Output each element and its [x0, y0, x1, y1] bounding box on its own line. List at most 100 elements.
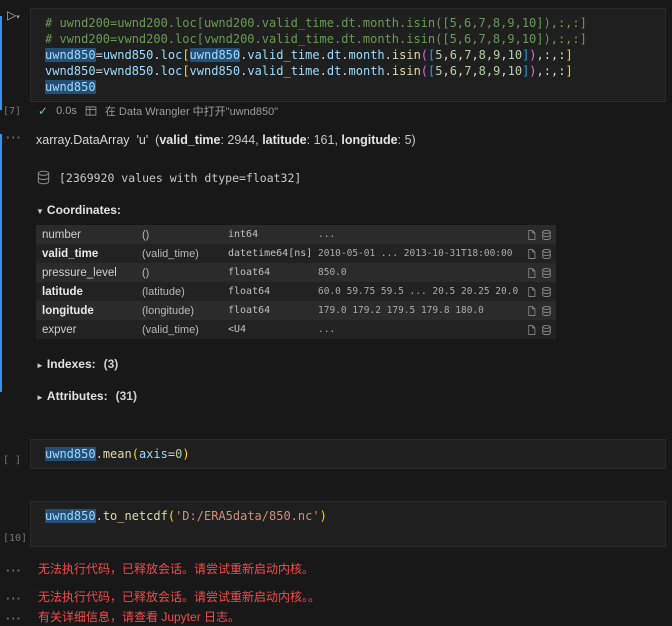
coord-name: valid_time [42, 248, 142, 260]
code-token: uwnd850 [45, 509, 96, 523]
code-token: uwnd850 [190, 48, 241, 62]
execution-time: 0.0s [56, 105, 77, 117]
code-token: ( [132, 447, 139, 461]
error-message: 有关详细信息，请查看 Jupyter 日志。 [30, 609, 672, 625]
coord-preview: ... [318, 229, 524, 240]
xarray-array-preview: [2369920 values with dtype=float32] [36, 170, 672, 185]
output-overflow-icon[interactable]: ··· [6, 591, 22, 606]
attributes-page-icon[interactable] [526, 305, 537, 317]
code-token: # vwnd200=vwnd200.loc[vwnd200.valid_time… [45, 32, 587, 46]
error-output-2: ··· 无法执行代码，已释放会话。请尝试重新启动内核。。 [0, 589, 672, 605]
code-token: loc [161, 64, 183, 78]
code-token: vwnd850 [45, 64, 96, 78]
code-token: , [471, 64, 478, 78]
cell1-output: ··· xarray.DataArray 'u' (valid_time: 29… [0, 128, 672, 403]
attributes-page-icon[interactable] [526, 248, 537, 260]
code-token: , [471, 48, 478, 62]
code-editor-cell-3[interactable]: uwnd850.to_netcdf('D:/ERA5data/850.nc') [30, 501, 666, 547]
open-in-data-wrangler-link[interactable]: 在 Data Wrangler 中打开"uwnd850" [105, 103, 278, 119]
attributes-page-icon[interactable] [526, 229, 537, 241]
code-token: . [341, 48, 348, 62]
database-icon[interactable] [541, 305, 552, 317]
success-check-icon: ✓ [38, 104, 48, 118]
code-token: xarray.DataArray [36, 133, 130, 147]
code-token: . [153, 64, 160, 78]
code-token: 6 [450, 64, 457, 78]
code-token: 5 [435, 64, 442, 78]
code-token: month [349, 48, 385, 62]
code-token: axis [139, 447, 168, 461]
cell3-gutter: [10] [0, 501, 30, 547]
code-token: uwnd850 [45, 80, 96, 94]
code-token: valid_time [247, 48, 319, 62]
database-icon[interactable] [36, 170, 51, 185]
coord-name: expver [42, 324, 142, 336]
coord-row: valid_time (valid_time) datetime64[ns] 2… [36, 244, 556, 263]
code-line[interactable]: uwnd850 [45, 79, 657, 95]
notebook-cell-3: [10] uwnd850.to_netcdf('D:/ERA5data/850.… [0, 501, 672, 547]
output-overflow-icon[interactable]: ··· [6, 130, 22, 145]
coord-dims: (valid_time) [142, 324, 228, 336]
code-token: . [320, 64, 327, 78]
code-token: = [168, 447, 175, 461]
code-token: 8 [479, 48, 486, 62]
attributes-page-icon[interactable] [526, 286, 537, 298]
database-icon[interactable] [541, 229, 552, 241]
coordinates-section-toggle[interactable]: ▼Coordinates: [36, 203, 672, 217]
code-token: vwnd850 [190, 64, 241, 78]
code-line-empty[interactable] [45, 524, 657, 540]
code-token: valid_time [247, 64, 319, 78]
coordinates-table: number () int64 ... valid_time (valid_ti… [36, 225, 556, 339]
code-token: # uwnd200=uwnd200.loc[uwnd200.valid_time… [45, 16, 587, 30]
coord-dims: () [142, 229, 228, 241]
attributes-section-toggle[interactable]: ►Attributes:(31) [36, 389, 672, 403]
code-editor-cell-1[interactable]: # uwnd200=uwnd200.loc[uwnd200.valid_time… [30, 8, 666, 102]
code-token: , [500, 48, 507, 62]
code-token: uwnd850 [45, 48, 96, 62]
play-icon: ▷ [7, 8, 16, 22]
notebook-cell-1: ▷▾ [7] # uwnd200=uwnd200.loc[uwnd200.val… [0, 8, 672, 120]
code-token: = [96, 64, 103, 78]
execution-count: [10] [3, 533, 27, 544]
output-overflow-icon[interactable]: ··· [6, 611, 22, 626]
code-token: 10 [508, 48, 522, 62]
code-token: ( [148, 133, 159, 147]
database-icon[interactable] [541, 248, 552, 260]
output-overflow-icon[interactable]: ··· [6, 563, 22, 578]
code-token: loc [161, 48, 183, 62]
database-icon[interactable] [541, 286, 552, 298]
attributes-page-icon[interactable] [526, 324, 537, 336]
triangle-down-icon: ▼ [36, 207, 44, 216]
code-line[interactable]: # uwnd200=uwnd200.loc[uwnd200.valid_time… [45, 15, 657, 31]
code-token: 8 [479, 64, 486, 78]
error-message: 无法执行代码，已释放会话。请尝试重新启动内核。 [30, 561, 672, 577]
code-line[interactable]: uwnd850=uwnd850.loc[uwnd850.valid_time.d… [45, 47, 657, 63]
database-icon[interactable] [541, 267, 552, 279]
code-editor-cell-2[interactable]: uwnd850.mean(axis=0) [30, 439, 666, 469]
code-token: ,:,: [537, 48, 566, 62]
cell-status-bar: ✓ 0.0s 在 Data Wrangler 中打开"uwnd850" [30, 102, 672, 120]
run-cell-button[interactable]: ▷▾ [7, 8, 20, 22]
code-token: dt [327, 64, 341, 78]
cell2-gutter: [ ] [0, 439, 30, 469]
code-token: , [443, 64, 450, 78]
code-token: ) [529, 48, 536, 62]
attributes-page-icon[interactable] [526, 267, 537, 279]
error-output-3: ··· 有关详细信息，请查看 Jupyter 日志。 [0, 609, 672, 625]
error-message: 无法执行代码，已释放会话。请尝试重新启动内核。。 [30, 589, 672, 605]
coord-dtype: float64 [228, 267, 318, 278]
triangle-right-icon: ► [36, 393, 44, 402]
indexes-section-toggle[interactable]: ►Indexes:(3) [36, 357, 672, 371]
database-icon[interactable] [541, 324, 552, 336]
code-token: ] [565, 64, 572, 78]
code-token: ) [529, 64, 536, 78]
code-line[interactable]: vwnd850=vwnd850.loc[vwnd850.valid_time.d… [45, 63, 657, 79]
coord-row: expver (valid_time) <U4 ... [36, 320, 556, 339]
code-line[interactable]: # vwnd200=vwnd200.loc[vwnd200.valid_time… [45, 31, 657, 47]
code-line[interactable]: uwnd850.mean(axis=0) [45, 446, 657, 462]
attributes-label: Attributes: [47, 389, 108, 403]
code-line[interactable]: uwnd850.to_netcdf('D:/ERA5data/850.nc') [45, 508, 657, 524]
code-token: ( [421, 64, 428, 78]
code-token: . [96, 447, 103, 461]
code-token: : 2944, [220, 133, 262, 147]
